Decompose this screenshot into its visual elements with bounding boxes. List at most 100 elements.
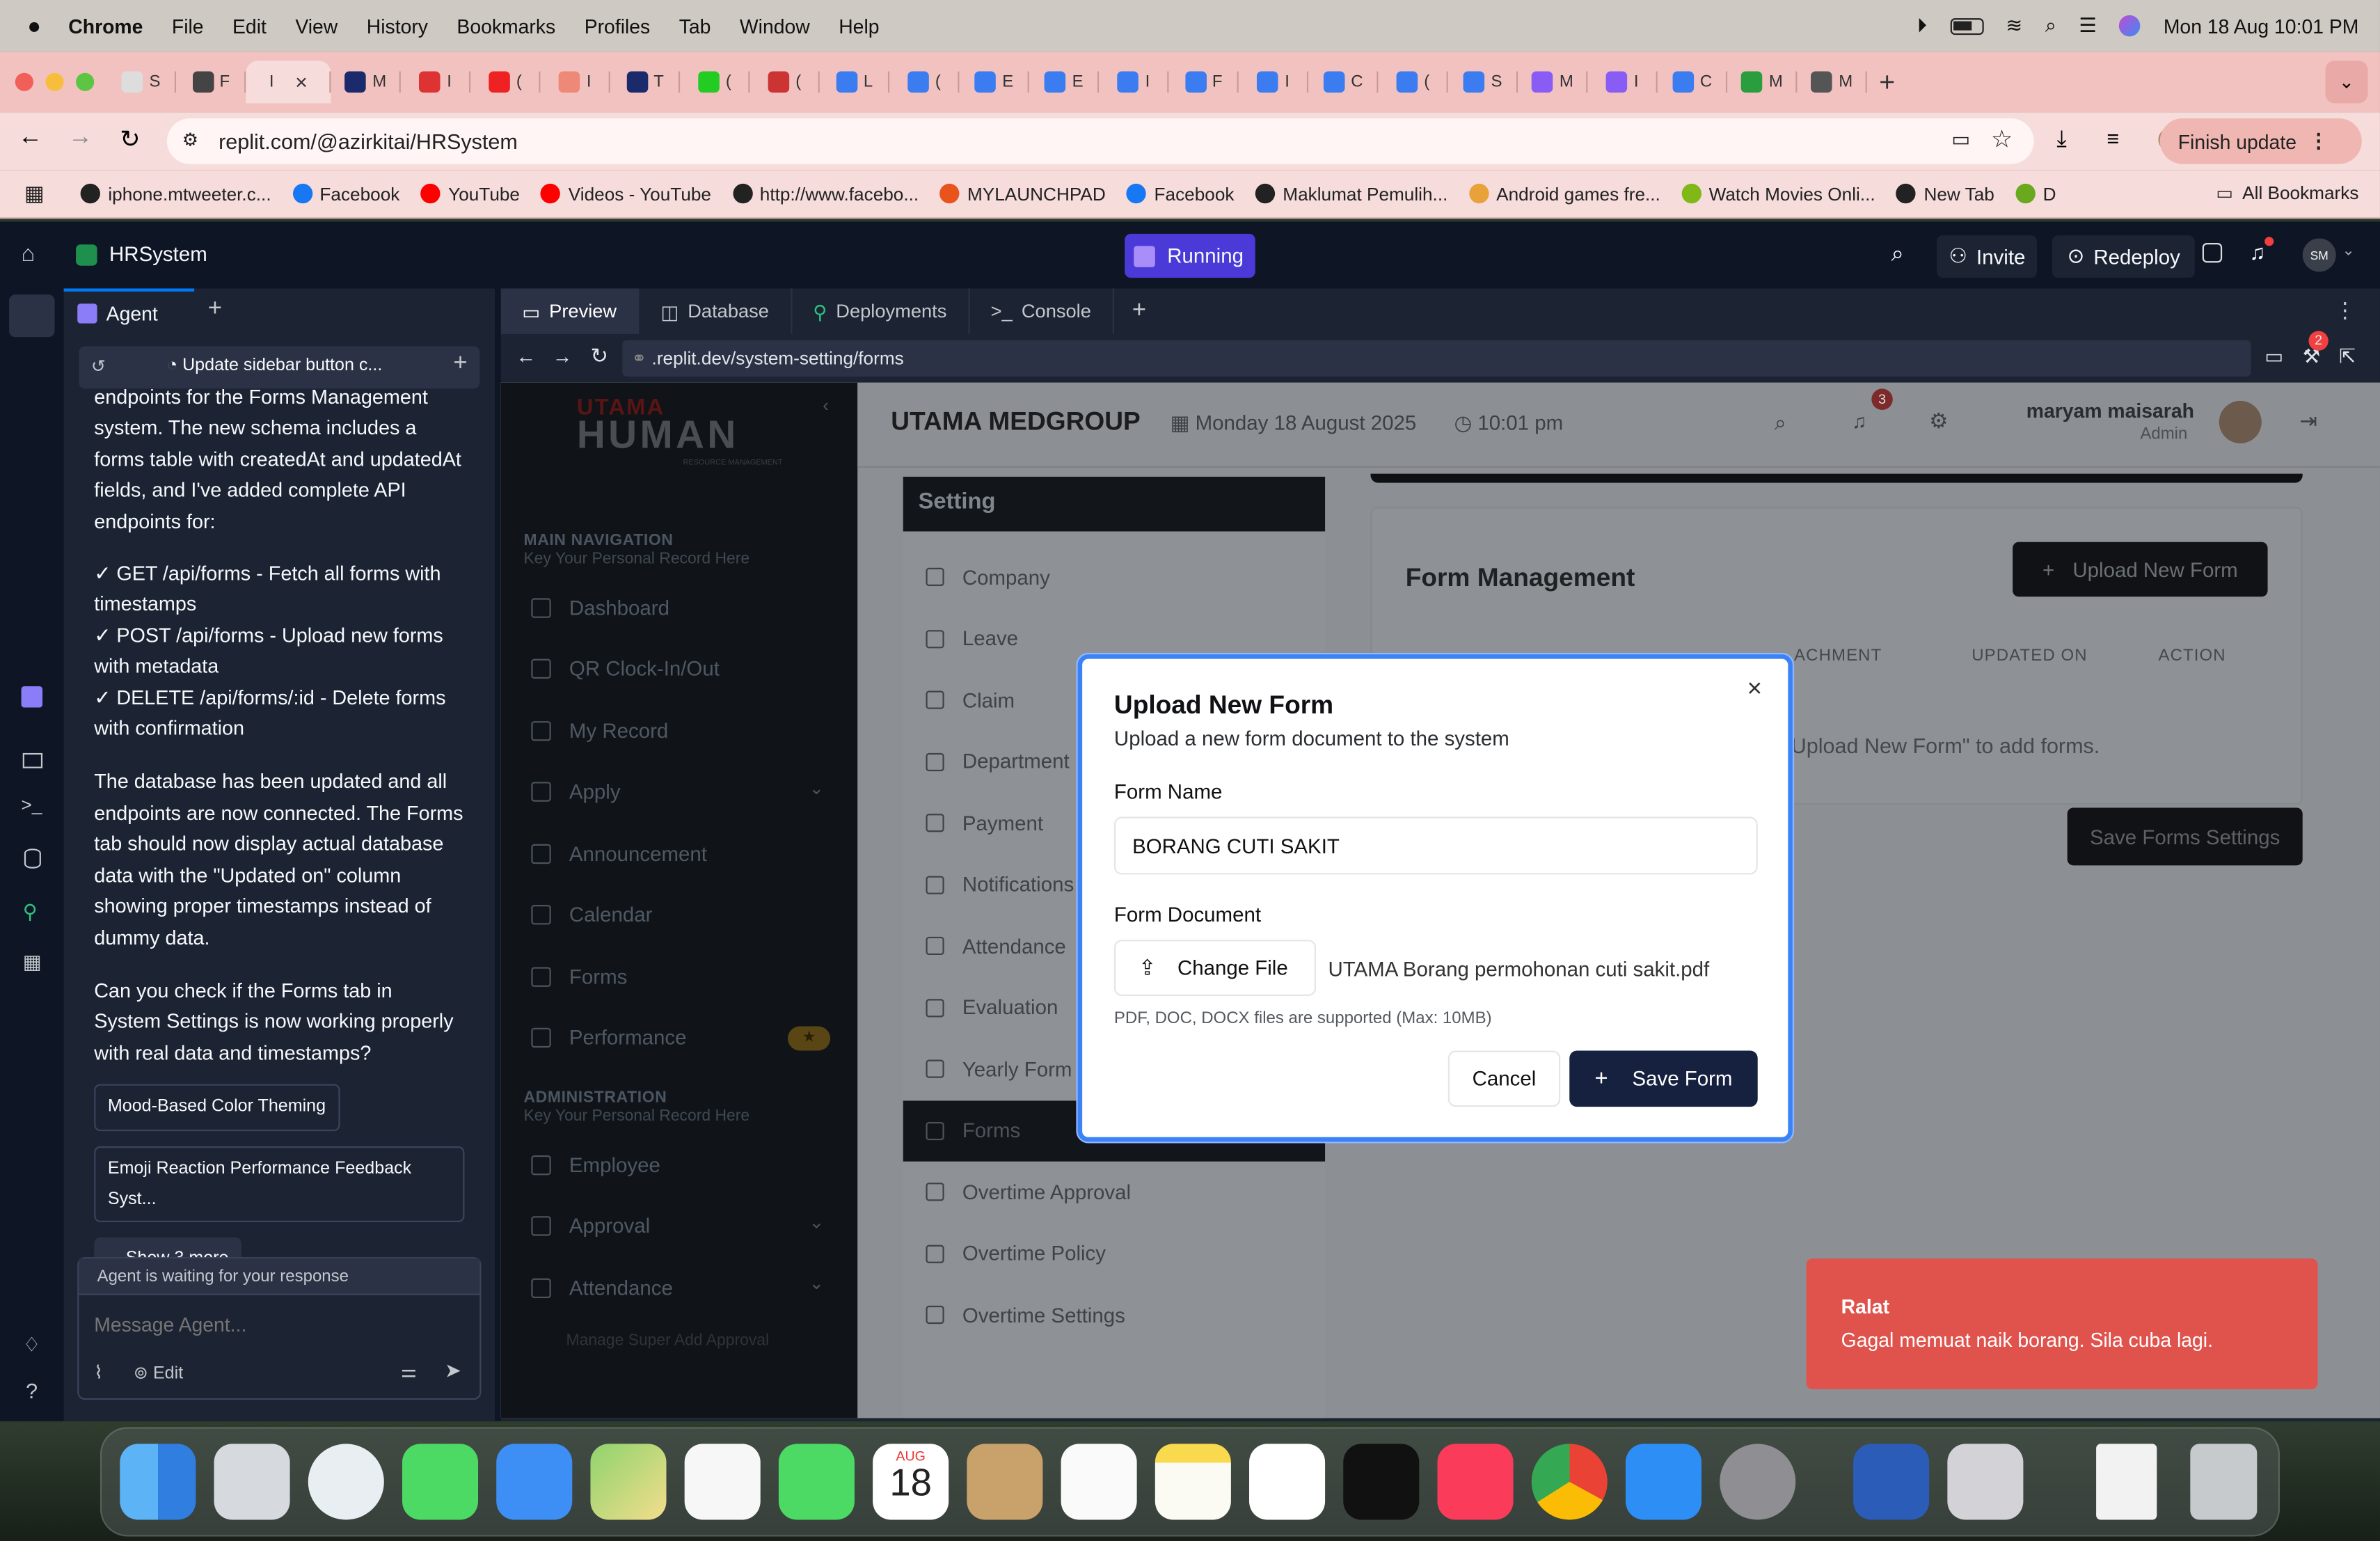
send-icon[interactable]: ➤ <box>445 1359 461 1383</box>
setting-item[interactable]: Overtime Policy <box>903 1223 1325 1284</box>
close-icon[interactable]: × <box>1747 674 1762 704</box>
preview-reload-icon[interactable]: ↻ <box>590 343 608 369</box>
zoom-window-icon[interactable] <box>76 72 95 91</box>
browser-tab[interactable]: T <box>610 61 681 103</box>
history-icon[interactable]: ↺ <box>91 355 106 377</box>
tab-search-icon[interactable]: ⌄ <box>2325 61 2368 104</box>
bookmark-item[interactable]: MYLAUNCHPAD <box>939 183 1106 204</box>
bookmark-item[interactable]: Facebook <box>292 183 399 204</box>
search-icon[interactable]: ⌕ <box>1891 242 1904 267</box>
help-icon[interactable]: ? <box>26 1379 38 1403</box>
browser-tab[interactable]: M <box>1518 61 1588 103</box>
apps-grid-icon[interactable]: ▦ <box>24 181 45 207</box>
database-rail-icon[interactable] <box>24 848 41 869</box>
minimize-window-icon[interactable] <box>45 72 64 91</box>
sidebar-item[interactable]: Employee <box>501 1134 858 1195</box>
address-bar[interactable]: ⚙ replit.com/@azirkitai/HRSystem ▭ ☆ <box>166 118 2034 164</box>
browser-tab[interactable]: I <box>540 61 610 103</box>
cast-icon[interactable]: ▭ <box>1951 127 1970 152</box>
form-name-input[interactable] <box>1113 816 1758 875</box>
invite-button[interactable]: ⚇ Invite <box>1937 235 2038 278</box>
menu-history[interactable]: History <box>367 15 428 38</box>
spotlight-icon[interactable]: ⌕ <box>2045 14 2056 38</box>
files-icon[interactable] <box>9 294 55 338</box>
downloads-icon[interactable]: ⤓ <box>2056 126 2066 152</box>
browser-tab[interactable]: ( <box>680 61 750 103</box>
word-icon[interactable] <box>1853 1444 1930 1520</box>
help-bell-icon[interactable]: ♢ <box>23 1333 40 1357</box>
browser-tab[interactable]: E <box>1029 61 1100 103</box>
new-thread-icon[interactable]: + <box>453 351 467 378</box>
pdf-document-icon[interactable] <box>2096 1444 2157 1520</box>
thread-title[interactable]: ◔ Update sidebar button c... <box>167 357 382 375</box>
maps-icon[interactable] <box>590 1444 667 1520</box>
safari-icon[interactable] <box>308 1444 384 1520</box>
apple-icon[interactable]: ● <box>27 13 41 39</box>
cancel-button[interactable]: Cancel <box>1447 1050 1561 1107</box>
facetime-icon[interactable] <box>778 1444 855 1520</box>
browser-tab[interactable]: ( <box>470 61 541 103</box>
trash-icon[interactable] <box>2190 1444 2258 1520</box>
browser-tab[interactable]: M <box>1727 61 1798 103</box>
bookmark-item[interactable]: Android games fre... <box>1468 183 1660 204</box>
menu-tab[interactable]: Tab <box>679 15 711 38</box>
all-bookmarks[interactable]: ▭ All Bookmarks <box>2216 182 2358 204</box>
app-bell-icon[interactable]: ♫ <box>1852 410 1866 433</box>
bookmark-item[interactable]: Maklumat Pemulih... <box>1255 183 1447 204</box>
reminders-icon[interactable] <box>1061 1444 1137 1520</box>
add-pane-tab-icon[interactable]: + <box>1132 298 1146 325</box>
all-tools-icon[interactable]: ▦ <box>23 950 42 974</box>
browser-tab[interactable]: S <box>106 61 177 103</box>
tab-console[interactable]: >_ Console <box>969 288 1114 334</box>
tab-active[interactable]: I × <box>246 61 331 104</box>
sidebar-item[interactable]: Dashboard <box>501 577 858 638</box>
iphone-mirroring-icon[interactable] <box>1947 1444 2024 1520</box>
menu-app-name[interactable]: Chrome <box>68 15 143 38</box>
app-settings-icon[interactable]: ⚙ <box>1929 409 1948 434</box>
bookmark-item[interactable]: New Tab <box>1896 183 1994 204</box>
control-center-icon[interactable]: ☰ <box>2079 14 2096 38</box>
menu-edit[interactable]: Edit <box>232 15 267 38</box>
devtools-icon[interactable]: ▭ <box>2264 345 2283 369</box>
console-rail-icon[interactable]: >_ <box>22 794 42 816</box>
calendar-dock-icon[interactable]: AUG 18 <box>873 1444 949 1520</box>
back-icon[interactable]: ← <box>18 125 42 152</box>
home-icon[interactable]: ⌂ <box>22 242 35 267</box>
preview-forward-icon[interactable]: → <box>553 345 572 368</box>
siri-icon[interactable] <box>2119 15 2141 37</box>
media-icon[interactable]: ≡ <box>2107 126 2119 150</box>
menubar-clock[interactable]: Mon 18 Aug 10:01 PM <box>2164 15 2359 38</box>
pane-menu-icon[interactable]: ⋮ <box>2335 298 2356 324</box>
photos-icon[interactable] <box>684 1444 761 1520</box>
sidebar-item[interactable]: My Record <box>501 700 858 761</box>
close-tab-icon[interactable]: × <box>295 70 308 94</box>
suggestion-chip[interactable]: Mood-Based Color Theming <box>94 1084 340 1131</box>
menu-window[interactable]: Window <box>740 15 810 38</box>
bookmark-item[interactable]: Videos - YouTube <box>541 183 711 204</box>
preview-rail-icon[interactable] <box>22 752 43 768</box>
sidebar-item[interactable]: QR Clock-In/Out <box>501 638 858 700</box>
browser-tab[interactable]: I <box>1239 61 1309 103</box>
save-form-button[interactable]: + Save Form <box>1569 1050 1758 1107</box>
bell-icon[interactable]: ♫ <box>2249 240 2265 264</box>
tab-preview[interactable]: ▭ Preview <box>500 288 640 334</box>
preview-url-input[interactable]: ⚭ .replit.dev/system-setting/forms <box>622 340 2251 377</box>
panel-icon[interactable] <box>2202 243 2223 263</box>
sidebar-item[interactable]: Calendar <box>501 885 858 946</box>
bookmark-item[interactable]: YouTube <box>420 183 520 204</box>
browser-tab[interactable]: I <box>1099 61 1169 103</box>
app-search-icon[interactable]: ⌕ <box>1775 410 1786 436</box>
bookmark-item[interactable]: Facebook <box>1127 183 1234 204</box>
avatar[interactable]: SM <box>2302 238 2336 272</box>
add-tab-icon[interactable]: + <box>208 296 222 323</box>
running-button[interactable]: Running <box>1125 233 1255 278</box>
sidebar-item[interactable]: Forms <box>501 946 858 1007</box>
edit-mode-button[interactable]: ⊚ Edit <box>134 1362 183 1383</box>
messages-icon[interactable] <box>402 1444 479 1520</box>
browser-tab[interactable]: I <box>1587 61 1658 103</box>
logout-icon[interactable]: ⇥ <box>2299 409 2317 434</box>
sidebar-item[interactable]: Performance ★ <box>501 1007 858 1068</box>
browser-tab[interactable]: ( <box>749 61 820 103</box>
attach-icon[interactable]: ⌇ <box>94 1362 103 1384</box>
close-window-icon[interactable] <box>15 72 33 91</box>
